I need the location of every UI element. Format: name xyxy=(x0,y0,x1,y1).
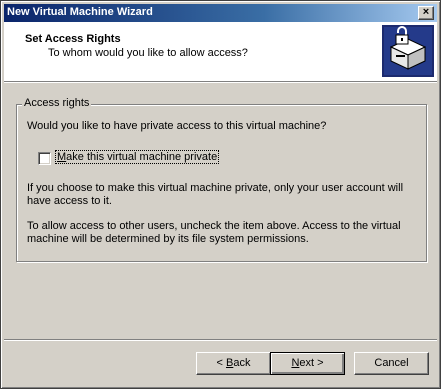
wizard-window: New Virtual Machine Wizard × Set Access … xyxy=(0,0,441,389)
private-checkbox-label[interactable]: Make this virtual machine private xyxy=(54,150,220,164)
next-suffix: > xyxy=(314,357,324,369)
next-rest: ext xyxy=(299,357,315,369)
back-rest: ack xyxy=(233,357,251,369)
back-button[interactable]: < Back xyxy=(196,352,271,375)
cancel-button[interactable]: Cancel xyxy=(354,352,429,375)
private-label-text: ake this virtual machine private xyxy=(66,151,218,163)
page-title: Set Access Rights xyxy=(25,33,121,45)
access-question: Would you like to have private access to… xyxy=(27,120,327,132)
private-label-mnemonic: M xyxy=(57,151,67,163)
header-divider xyxy=(4,81,437,83)
close-button[interactable]: × xyxy=(418,6,434,20)
virtual-machine-lock-icon xyxy=(382,25,434,77)
wizard-header: Set Access Rights To whom would you like… xyxy=(4,22,437,81)
next-button[interactable]: Next > xyxy=(270,352,345,375)
private-explanation: If you choose to make this virtual machi… xyxy=(27,182,404,207)
private-checkbox[interactable] xyxy=(38,152,51,165)
back-prefix: < xyxy=(216,357,226,369)
permissions-explanation: To allow access to other users, uncheck … xyxy=(27,220,401,245)
group-legend: Access rights xyxy=(22,97,92,109)
footer-divider xyxy=(4,339,437,341)
title-bar[interactable]: New Virtual Machine Wizard × xyxy=(4,4,437,22)
page-subtitle: To whom would you like to allow access? xyxy=(48,47,248,59)
window-title: New Virtual Machine Wizard xyxy=(7,6,153,18)
